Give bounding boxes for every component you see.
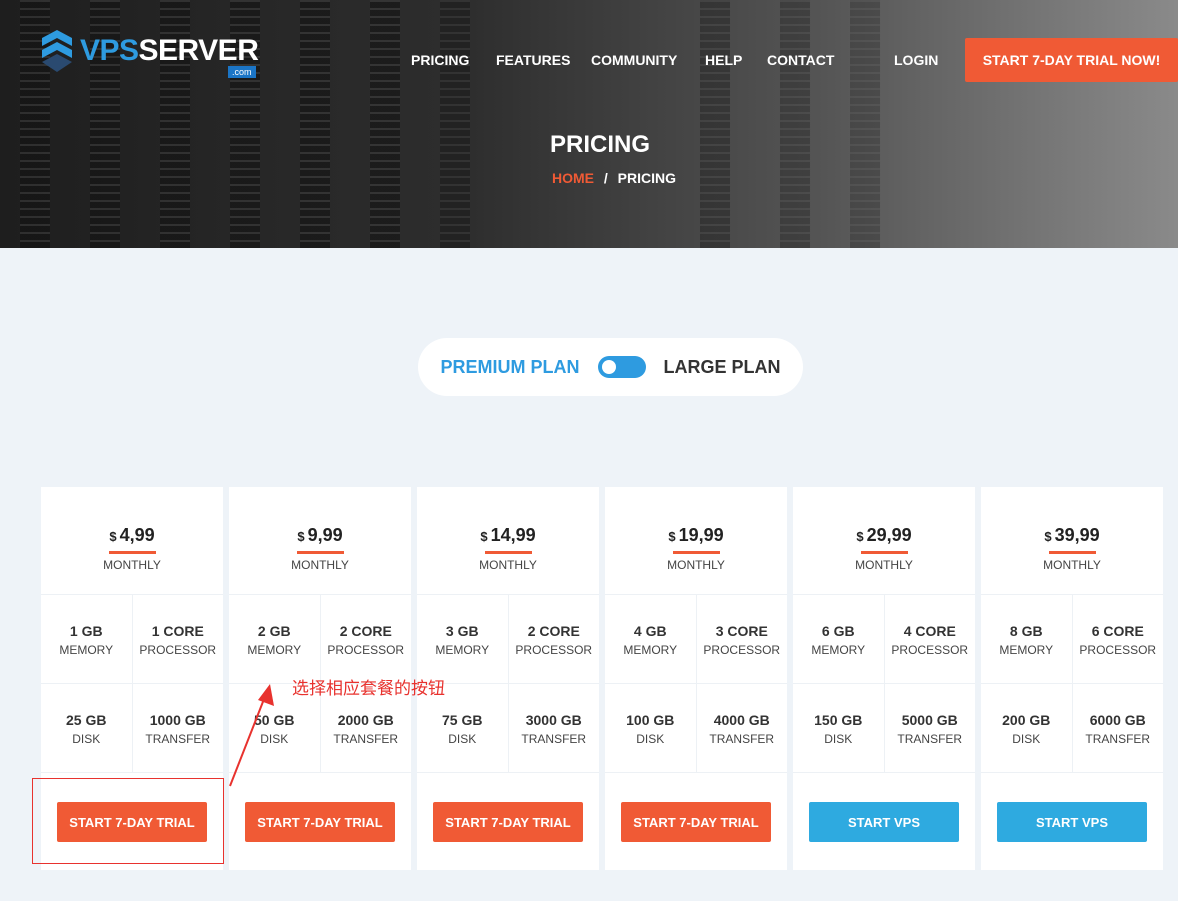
disk-spec: 100 GB DISK — [626, 712, 675, 746]
plan-start-button[interactable]: START VPS — [809, 802, 959, 842]
start-trial-now-button[interactable]: START 7-DAY TRIAL NOW! — [965, 38, 1178, 82]
hero-banner: VPSSERVER .com PRICING FEATURES COMMUNIT… — [0, 0, 1178, 248]
memory-spec: 1 GB MEMORY — [59, 623, 114, 657]
large-plan-label[interactable]: LARGE PLAN — [664, 357, 781, 378]
breadcrumb: HOME / PRICING — [552, 170, 677, 186]
transfer-spec: 4000 GB TRANSFER — [695, 684, 788, 772]
logo[interactable]: VPSSERVER .com — [40, 28, 259, 78]
disk-spec: 150 GB DISK — [814, 712, 863, 746]
cpu-spec: 2 CORE PROCESSOR — [507, 595, 600, 683]
memory-spec: 2 GB MEMORY — [247, 623, 302, 657]
plan-price: $29,99 MONTHLY — [793, 487, 975, 595]
plan-card: $29,99 MONTHLY 6 GB MEMORY 4 CORE PROCESSOR … — [793, 487, 975, 870]
transfer-spec: 5000 GB TRANSFER — [883, 684, 976, 772]
cpu-spec: 2 CORE PROCESSOR — [319, 595, 412, 683]
plan-start-button[interactable]: START 7-DAY TRIAL — [433, 802, 583, 842]
nav-pricing[interactable]: PRICING — [411, 52, 469, 68]
cpu-spec: 1 CORE PROCESSOR — [131, 595, 224, 683]
annotation-arrow-icon — [229, 684, 274, 787]
transfer-spec: 3000 GB TRANSFER — [507, 684, 600, 772]
plan-price: $9,99 MONTHLY — [229, 487, 411, 595]
price-underline — [1048, 551, 1096, 554]
plan-price: $19,99 MONTHLY — [605, 487, 787, 595]
price-underline — [108, 551, 156, 554]
transfer-spec: 1000 GB TRANSFER — [131, 684, 224, 772]
nav-features[interactable]: FEATURES — [496, 52, 570, 68]
memory-spec: 6 GB MEMORY — [811, 623, 866, 657]
breadcrumb-home[interactable]: HOME — [552, 170, 594, 186]
disk-spec: 200 GB DISK — [1002, 712, 1051, 746]
transfer-spec: 6000 GB TRANSFER — [1071, 684, 1164, 772]
price-value: 19,99 — [678, 525, 724, 545]
memory-spec: 8 GB MEMORY — [999, 623, 1054, 657]
price-value: 29,99 — [866, 525, 912, 545]
price-underline — [860, 551, 908, 554]
price-value: 4,99 — [119, 525, 155, 545]
plan-price: $4,99 MONTHLY — [41, 487, 223, 595]
plan-toggle: PREMIUM PLAN LARGE PLAN — [418, 338, 803, 396]
price-underline — [296, 551, 344, 554]
nav-contact[interactable]: CONTACT — [767, 52, 834, 68]
plan-price: $14,99 MONTHLY — [417, 487, 599, 595]
plan-card: $19,99 MONTHLY 4 GB MEMORY 3 CORE PROCESSOR … — [605, 487, 787, 870]
highlight-box — [32, 778, 224, 864]
price-underline — [672, 551, 720, 554]
price-value: 9,99 — [307, 525, 343, 545]
plan-start-button[interactable]: START 7-DAY TRIAL — [245, 802, 395, 842]
login-link[interactable]: LOGIN — [894, 52, 938, 68]
nav-help[interactable]: HELP — [705, 52, 742, 68]
memory-spec: 4 GB MEMORY — [623, 623, 678, 657]
premium-plan-label[interactable]: PREMIUM PLAN — [441, 357, 580, 378]
plan-switch[interactable] — [597, 356, 646, 378]
plan-start-button[interactable]: START VPS — [997, 802, 1147, 842]
plan-price: $39,99 MONTHLY — [981, 487, 1163, 595]
annotation-text: 选择相应套餐的按钮 — [292, 679, 445, 699]
logo-icon — [42, 30, 72, 72]
price-value: 14,99 — [490, 525, 536, 545]
cpu-spec: 6 CORE PROCESSOR — [1071, 595, 1164, 683]
plan-card: $39,99 MONTHLY 8 GB MEMORY 6 CORE PROCESSOR … — [981, 487, 1163, 870]
plan-start-button[interactable]: START 7-DAY TRIAL — [621, 802, 771, 842]
price-value: 39,99 — [1054, 525, 1100, 545]
disk-spec: 25 GB DISK — [66, 712, 107, 746]
price-underline — [484, 551, 532, 554]
page-title: PRICING — [549, 131, 650, 158]
memory-spec: 3 GB MEMORY — [435, 623, 490, 657]
breadcrumb-current: PRICING — [617, 170, 677, 186]
nav-community[interactable]: COMMUNITY — [591, 52, 677, 68]
cpu-spec: 4 CORE PROCESSOR — [883, 595, 976, 683]
cpu-spec: 3 CORE PROCESSOR — [695, 595, 788, 683]
